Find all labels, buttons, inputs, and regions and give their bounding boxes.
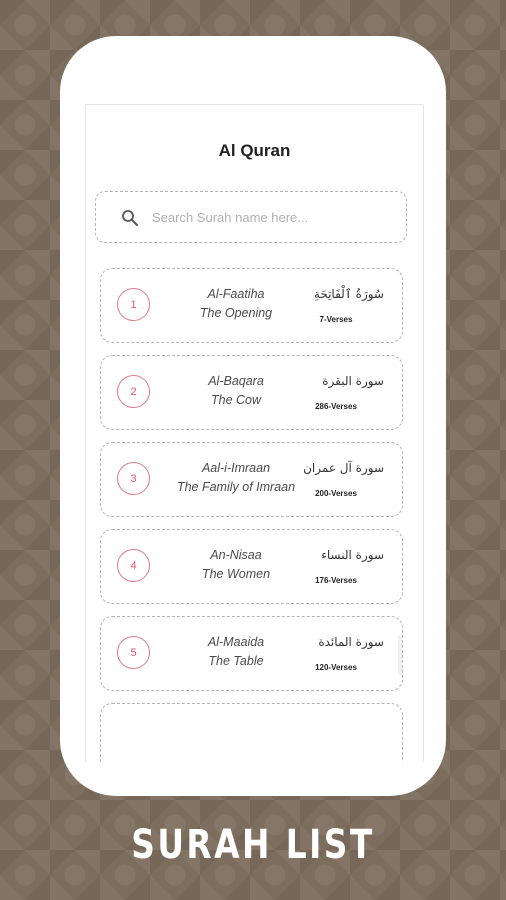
surah-verse-count: 7-Verses <box>319 315 353 324</box>
surah-number-badge: 3 <box>117 462 150 495</box>
surah-arabic-name: سورة المائدة <box>318 635 384 649</box>
surah-verse-count: 176-Verses <box>315 576 357 585</box>
surah-list-item[interactable]: 3 Aal-i-Imraan The Family of Imraan سورة… <box>100 442 403 517</box>
surah-list-item[interactable]: 2 Al-Baqara The Cow سورة البقرة 286-Vers… <box>100 355 403 430</box>
phone-frame: Al Quran 1 Al-Faatiha The Opening سُورَة… <box>60 36 446 796</box>
surah-names: An-Nisaa The Women <box>161 546 311 584</box>
app-screen: Al Quran 1 Al-Faatiha The Opening سُورَة… <box>85 104 424 762</box>
surah-translation: The Opening <box>199 306 273 320</box>
surah-names: Aal-i-Imraan The Family of Imraan <box>161 459 311 497</box>
surah-names: Al-Maaida The Table <box>161 633 311 671</box>
surah-transliteration: Al-Maaida <box>207 635 265 649</box>
surah-translation: The Family of Imraan <box>176 480 296 494</box>
surah-verse-count: 286-Verses <box>315 402 357 411</box>
promo-caption: SURAH LIST <box>131 822 375 868</box>
surah-arabic-name: سورة آل عمران <box>303 461 384 475</box>
search-icon <box>122 210 138 226</box>
search-box[interactable] <box>95 191 407 243</box>
surah-translation: The Table <box>208 654 264 668</box>
surah-verse-count: 200-Verses <box>315 489 357 498</box>
surah-arabic-name: سورة البقرة <box>322 374 384 388</box>
surah-names: Al-Baqara The Cow <box>161 372 311 410</box>
surah-transliteration: Al-Baqara <box>208 374 264 388</box>
surah-transliteration: Al-Faatiha <box>207 287 265 301</box>
surah-list-item[interactable]: 4 An-Nisaa The Women سورة النساء 176-Ver… <box>100 529 403 604</box>
scroll-indicator[interactable] <box>398 635 402 675</box>
surah-number-badge: 4 <box>117 549 150 582</box>
surah-translation: The Women <box>201 567 271 581</box>
surah-transliteration: Aal-i-Imraan <box>201 461 271 475</box>
surah-list-item-partial[interactable] <box>100 703 403 762</box>
surah-list-item[interactable]: 1 Al-Faatiha The Opening سُورَةُ ٱلْفَات… <box>100 268 403 343</box>
surah-arabic-name: سورة النساء <box>321 548 384 562</box>
surah-number-badge: 2 <box>117 375 150 408</box>
surah-list-item[interactable]: 5 Al-Maaida The Table سورة المائدة 120-V… <box>100 616 403 691</box>
surah-names: Al-Faatiha The Opening <box>161 285 311 323</box>
surah-transliteration: An-Nisaa <box>210 548 262 562</box>
search-input[interactable] <box>152 206 392 228</box>
surah-translation: The Cow <box>210 393 262 407</box>
surah-number-badge: 5 <box>117 636 150 669</box>
surah-verse-count: 120-Verses <box>315 663 357 672</box>
page-title: Al Quran <box>218 141 291 160</box>
surah-number-badge: 1 <box>117 288 150 321</box>
surah-arabic-name: سُورَةُ ٱلْفَاتِحَةِ <box>313 287 384 301</box>
